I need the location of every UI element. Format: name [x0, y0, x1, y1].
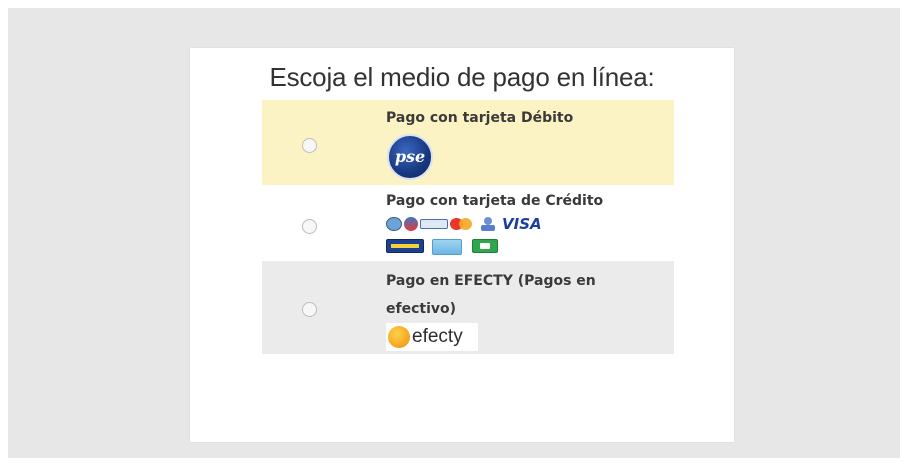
credit-card-logos-icon: VISA — [386, 215, 576, 257]
payment-option-credit[interactable]: Pago con tarjeta de Crédito VISA — [262, 185, 674, 261]
green-card-logo-icon — [472, 239, 498, 253]
option-label-credit: Pago con tarjeta de Crédito — [386, 193, 604, 209]
radio-debit[interactable] — [302, 138, 317, 153]
visa-logo-icon: VISA — [502, 215, 542, 233]
efecty-logo-text: efecty — [412, 326, 463, 347]
efecty-coin-icon — [388, 326, 410, 348]
bank-card-logo-icon — [386, 239, 424, 253]
option-label-debit: Pago con tarjeta Débito — [386, 110, 574, 126]
mastercard-logo-icon — [450, 218, 476, 230]
radio-efecty[interactable] — [302, 302, 317, 317]
card-user-icon — [480, 217, 496, 231]
pse-logo-icon: pse — [387, 134, 433, 180]
option-label-efecty: Pago en EFECTY (Pagos en efectivo) — [386, 273, 596, 317]
diners-logo-icon — [386, 217, 402, 231]
payment-option-efecty[interactable]: Pago en EFECTY (Pagos en efectivo) efect… — [262, 261, 674, 354]
radio-credit[interactable] — [302, 219, 317, 234]
panel-title: Escoja el medio de pago en línea: — [269, 62, 655, 92]
credencial-logo-icon — [404, 217, 418, 231]
efecty-logo-icon: efecty — [386, 323, 478, 351]
payment-option-debit[interactable]: Pago con tarjeta Débito pse — [262, 100, 674, 185]
payment-method-panel: Escoja el medio de pago en línea: Pago c… — [190, 48, 734, 442]
amex-logo-icon — [432, 239, 462, 255]
codensa-logo-icon — [420, 219, 448, 229]
